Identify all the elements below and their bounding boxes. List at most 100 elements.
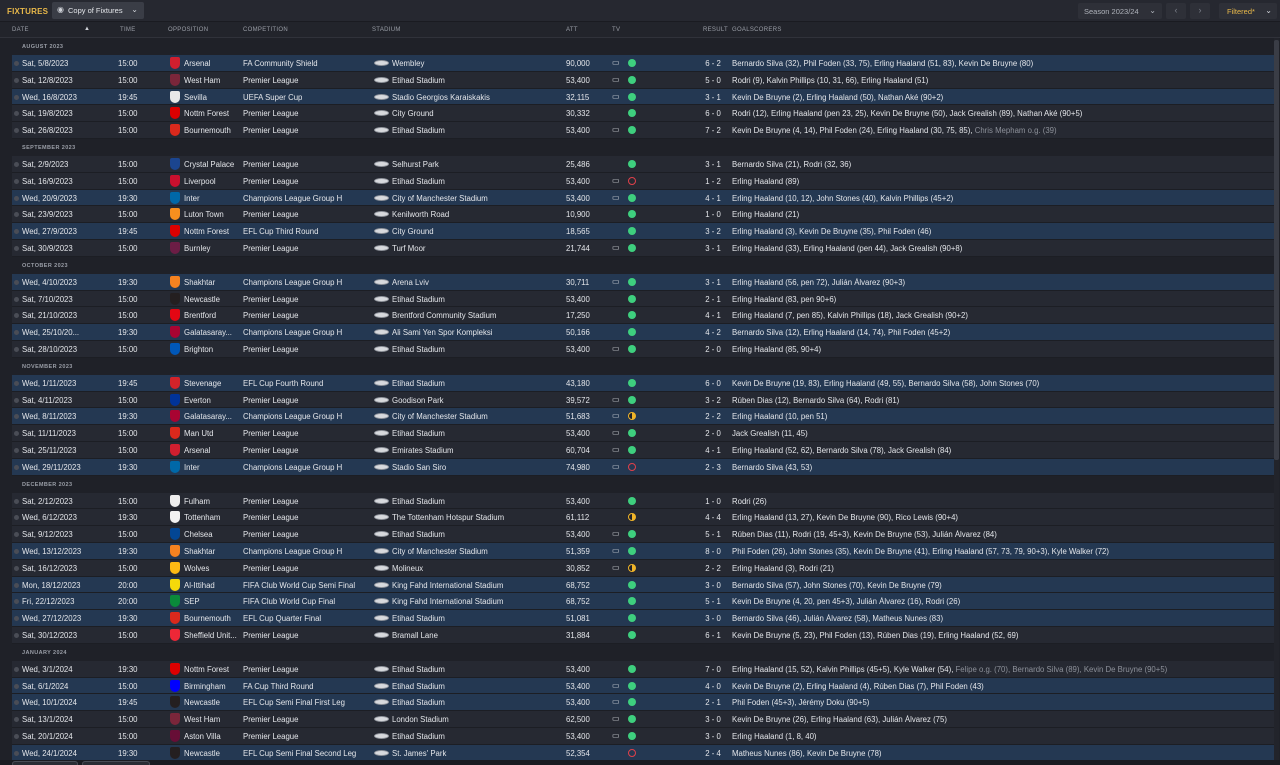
- result-score[interactable]: 4 - 4: [700, 513, 726, 522]
- table-row[interactable]: Sat, 12/8/2023 15:00 West Ham Premier Leagu…: [12, 71, 1274, 89]
- table-row[interactable]: Sat, 4/11/2023 15:00 Everton Premier League…: [12, 391, 1274, 409]
- table-row[interactable]: Sat, 30/9/2023 15:00 Burnley Premier League…: [12, 239, 1274, 257]
- result-score[interactable]: 2 - 3: [700, 463, 726, 472]
- opposition-link[interactable]: Tottenham: [184, 513, 241, 522]
- result-score[interactable]: 6 - 1: [700, 631, 726, 640]
- opposition-link[interactable]: Chelsea: [184, 530, 241, 539]
- result-score[interactable]: 2 - 1: [700, 698, 726, 707]
- opposition-link[interactable]: Liverpool: [184, 177, 241, 186]
- competition-link[interactable]: Premier League: [243, 244, 298, 253]
- table-row[interactable]: Sat, 2/12/2023 15:00 Fulham Premier League E…: [12, 492, 1274, 510]
- competition-link[interactable]: Premier League: [243, 311, 298, 320]
- opposition-link[interactable]: Fulham: [184, 497, 241, 506]
- opposition-link[interactable]: Brentford: [184, 311, 241, 320]
- opposition-link[interactable]: SEP: [184, 597, 241, 606]
- competition-link[interactable]: Premier League: [243, 446, 298, 455]
- competition-link[interactable]: Premier League: [243, 210, 298, 219]
- table-row[interactable]: Wed, 16/8/2023 19:45 Sevilla UEFA Super Cup…: [12, 88, 1274, 106]
- table-row[interactable]: Wed, 13/12/2023 19:30 Shakhtar Champions Le…: [12, 542, 1274, 560]
- opposition-link[interactable]: Inter: [184, 194, 241, 203]
- opposition-link[interactable]: Nottm Forest: [184, 109, 241, 118]
- competition-link[interactable]: EFL Cup Quarter Final: [243, 614, 321, 623]
- column-header-opposition[interactable]: OPPOSITION: [168, 27, 208, 33]
- table-row[interactable]: Wed, 6/12/2023 19:30 Tottenham Premier Leag…: [12, 509, 1274, 527]
- result-score[interactable]: 4 - 1: [700, 194, 726, 203]
- table-row[interactable]: Sat, 25/11/2023 15:00 Arsenal Premier Leagu…: [12, 441, 1274, 459]
- opposition-link[interactable]: Bournemouth: [184, 126, 241, 135]
- table-row[interactable]: Wed, 25/10/20... 19:30 Galatasaray... Champ…: [12, 324, 1274, 341]
- opposition-link[interactable]: Shakhtar: [184, 278, 241, 287]
- opposition-link[interactable]: Arsenal: [184, 59, 241, 68]
- table-row[interactable]: Sat, 6/1/2024 15:00 Birmingham FA Cup Third…: [12, 677, 1274, 695]
- competition-link[interactable]: Champions League Group H: [243, 412, 342, 421]
- result-score[interactable]: 2 - 2: [700, 412, 726, 421]
- competition-link[interactable]: Premier League: [243, 345, 298, 354]
- table-row[interactable]: Wed, 27/9/2023 19:45 Nottm Forest EFL Cup T…: [12, 223, 1274, 240]
- table-row[interactable]: Sat, 20/1/2024 15:00 Aston Villa Premier Le…: [12, 727, 1274, 745]
- view-select[interactable]: ◉ Copy of Fixtures ⌄: [52, 2, 144, 19]
- competition-link[interactable]: Premier League: [243, 732, 298, 741]
- table-row[interactable]: Sat, 2/9/2023 15:00 Crystal Palace Premier …: [12, 155, 1274, 173]
- competition-link[interactable]: Premier League: [243, 530, 298, 539]
- table-row[interactable]: Sat, 7/10/2023 15:00 Newcastle Premier Leag…: [12, 290, 1274, 308]
- result-score[interactable]: 1 - 2: [700, 177, 726, 186]
- competition-link[interactable]: Premier League: [243, 715, 298, 724]
- result-score[interactable]: 3 - 2: [700, 227, 726, 236]
- competition-link[interactable]: Champions League Group H: [243, 547, 342, 556]
- footer-button[interactable]: [12, 761, 78, 765]
- table-row[interactable]: Wed, 10/1/2024 19:45 Newcastle EFL Cup Semi…: [12, 694, 1274, 712]
- result-score[interactable]: 4 - 1: [700, 311, 726, 320]
- result-score[interactable]: 3 - 0: [700, 732, 726, 741]
- competition-link[interactable]: Premier League: [243, 160, 298, 169]
- column-header-tv[interactable]: TV: [612, 27, 620, 33]
- competition-link[interactable]: EFL Cup Third Round: [243, 227, 318, 236]
- opposition-link[interactable]: Nottm Forest: [184, 227, 241, 236]
- table-row[interactable]: Wed, 8/11/2023 19:30 Galatasaray... Champio…: [12, 408, 1274, 426]
- opposition-link[interactable]: Bournemouth: [184, 614, 241, 623]
- result-score[interactable]: 1 - 0: [700, 210, 726, 219]
- competition-link[interactable]: Premier League: [243, 631, 298, 640]
- result-score[interactable]: 3 - 1: [700, 278, 726, 287]
- competition-link[interactable]: Champions League Group H: [243, 328, 342, 337]
- opposition-link[interactable]: Aston Villa: [184, 732, 241, 741]
- table-row[interactable]: Sat, 23/9/2023 15:00 Luton Town Premier Lea…: [12, 206, 1274, 224]
- competition-link[interactable]: Premier League: [243, 497, 298, 506]
- column-header-date[interactable]: DATE: [12, 27, 29, 33]
- competition-link[interactable]: Champions League Group H: [243, 194, 342, 203]
- result-score[interactable]: 3 - 0: [700, 715, 726, 724]
- filter-select[interactable]: Filtered* ⌄: [1219, 3, 1277, 19]
- opposition-link[interactable]: Birmingham: [184, 682, 241, 691]
- competition-link[interactable]: Champions League Group H: [243, 463, 342, 472]
- competition-link[interactable]: Premier League: [243, 564, 298, 573]
- opposition-link[interactable]: Sevilla: [184, 93, 241, 102]
- opposition-link[interactable]: Brighton: [184, 345, 241, 354]
- table-row[interactable]: Wed, 24/1/2024 19:30 Newcastle EFL Cup Semi…: [12, 744, 1274, 760]
- result-score[interactable]: 6 - 2: [700, 59, 726, 68]
- table-row[interactable]: Sat, 28/10/2023 15:00 Brighton Premier Leag…: [12, 340, 1274, 358]
- result-score[interactable]: 5 - 1: [700, 530, 726, 539]
- result-score[interactable]: 7 - 2: [700, 126, 726, 135]
- opposition-link[interactable]: Newcastle: [184, 295, 241, 304]
- table-row[interactable]: Sat, 21/10/2023 15:00 Brentford Premier Lea…: [12, 307, 1274, 325]
- opposition-link[interactable]: Wolves: [184, 564, 241, 573]
- result-score[interactable]: 2 - 2: [700, 564, 726, 573]
- season-select[interactable]: Season 2023/24 ⌄: [1078, 3, 1162, 19]
- competition-link[interactable]: Premier League: [243, 396, 298, 405]
- result-score[interactable]: 4 - 1: [700, 446, 726, 455]
- result-score[interactable]: 2 - 1: [700, 295, 726, 304]
- competition-link[interactable]: FA Cup Third Round: [243, 682, 314, 691]
- result-score[interactable]: 3 - 0: [700, 614, 726, 623]
- opposition-link[interactable]: Nottm Forest: [184, 665, 241, 674]
- opposition-link[interactable]: Luton Town: [184, 210, 241, 219]
- opposition-link[interactable]: Crystal Palace: [184, 160, 241, 169]
- table-row[interactable]: Sat, 5/8/2023 15:00 Arsenal FA Community Sh…: [12, 55, 1274, 72]
- table-row[interactable]: Sat, 9/12/2023 15:00 Chelsea Premier League…: [12, 526, 1274, 543]
- table-row[interactable]: Sat, 30/12/2023 15:00 Sheffield Unit... Pre…: [12, 626, 1274, 644]
- table-row[interactable]: Wed, 27/12/2023 19:30 Bournemouth EFL Cup Q…: [12, 610, 1274, 627]
- table-row[interactable]: Mon, 18/12/2023 20:00 Al-Ittihad FIFA Club …: [12, 576, 1274, 594]
- column-header-time[interactable]: TIME: [120, 27, 136, 33]
- opposition-link[interactable]: Galatasaray...: [184, 328, 241, 337]
- opposition-link[interactable]: Shakhtar: [184, 547, 241, 556]
- competition-link[interactable]: Premier League: [243, 665, 298, 674]
- opposition-link[interactable]: Newcastle: [184, 749, 241, 758]
